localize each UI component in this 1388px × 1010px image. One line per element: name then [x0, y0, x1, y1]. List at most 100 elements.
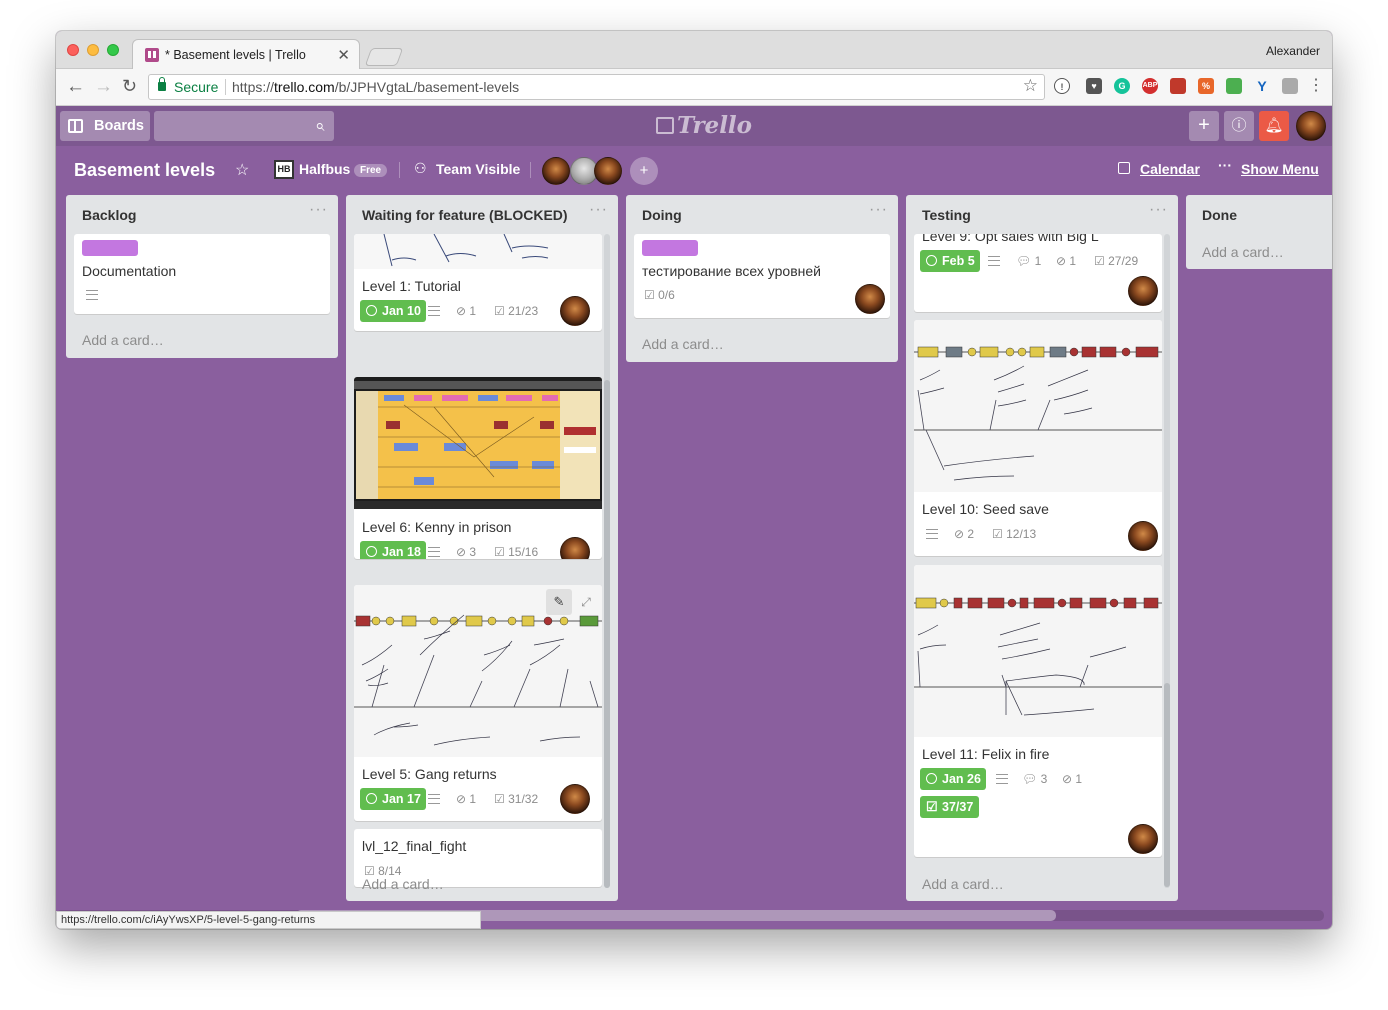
list-menu-icon[interactable]: ···: [1149, 201, 1168, 219]
list-title[interactable]: Testing: [922, 207, 971, 223]
edit-card-icon[interactable]: ✎: [546, 589, 572, 615]
window-maximize-button[interactable]: [107, 44, 119, 56]
url-path: /b/JPHVgtaL/basement-levels: [334, 79, 520, 95]
card-title: тестирование всех уровней: [642, 263, 821, 279]
card[interactable]: Level 1: Tutorial Jan 10 ⊘ 1 ☑ 21/23: [354, 234, 602, 331]
more-icon: ···: [1218, 157, 1232, 173]
add-card-link[interactable]: Add a card…: [1202, 244, 1284, 260]
new-tab-button[interactable]: [364, 48, 404, 66]
search-input[interactable]: ⌕: [154, 111, 334, 141]
user-avatar[interactable]: [1296, 111, 1326, 141]
bookmark-extension-icon[interactable]: [1170, 78, 1186, 94]
add-member-icon[interactable]: +: [630, 157, 658, 185]
checklist-count-value: 12/13: [1006, 527, 1037, 541]
board-header: Basement levels ☆ HB Halfbus Free ⚇ Team…: [56, 146, 1332, 194]
checklist-count: ☑ 0/6: [644, 288, 675, 302]
expand-cover-icon[interactable]: ⤢: [574, 589, 598, 615]
attachment-count: ⊘ 3: [456, 545, 477, 559]
counter-extension-icon[interactable]: [1226, 78, 1242, 94]
adblock-extension-icon[interactable]: ABP: [1142, 78, 1158, 94]
grammarly-extension-icon[interactable]: G: [1114, 78, 1130, 94]
trello-logo-text: Trello: [677, 112, 753, 139]
back-arrow-icon[interactable]: ←: [66, 76, 85, 98]
comment-count: 💬︎ 1: [1016, 254, 1042, 268]
pocket-extension-icon[interactable]: ♥: [1086, 78, 1102, 94]
list-menu-icon[interactable]: ···: [869, 201, 888, 219]
omnibox-divider: [225, 79, 226, 95]
screenshot-extension-icon[interactable]: [1282, 78, 1298, 94]
list-menu-icon[interactable]: ···: [309, 201, 328, 219]
checklist-count: ☑ 15/16: [494, 545, 539, 559]
card-member-avatar[interactable]: [855, 284, 885, 314]
attachment-count-value: 1: [469, 792, 477, 806]
card-member-avatar[interactable]: [1128, 824, 1158, 854]
calendar-icon: [1118, 162, 1130, 174]
browser-toolbar: ← → ↻ Secure https://trello.com/b/JPHVgt…: [56, 69, 1332, 106]
boards-button[interactable]: Boards: [60, 111, 150, 141]
checklist-count-value: 21/23: [508, 304, 539, 318]
card[interactable]: Level 11: Felix in fire Jan 26 💬︎ 3 ⊘ 1 …: [914, 565, 1162, 857]
comment-count: 💬︎ 3: [1022, 772, 1048, 786]
card-member-avatar[interactable]: [560, 537, 590, 559]
list-waiting: Waiting for feature (BLOCKED) ··· Level …: [346, 195, 618, 901]
window-minimize-button[interactable]: [87, 44, 99, 56]
list-menu-icon[interactable]: ···: [589, 201, 608, 219]
forward-arrow-icon[interactable]: →: [94, 76, 113, 98]
card-title: Level 6: Kenny in prison: [362, 519, 512, 535]
star-board-icon[interactable]: ☆: [235, 160, 249, 180]
reload-icon[interactable]: ↻: [122, 76, 137, 97]
list-title[interactable]: Doing: [642, 207, 682, 223]
card[interactable]: Level 9: Opt sales with Big L Feb 5 💬︎ 1…: [914, 234, 1162, 312]
card[interactable]: тестирование всех уровней ☑ 0/6: [634, 234, 890, 318]
address-bar[interactable]: Secure https://trello.com/b/JPHVgtaL/bas…: [148, 74, 1045, 100]
attachment-count-value: 2: [967, 527, 975, 541]
attachment-count: ⊘ 1: [456, 304, 477, 318]
chrome-menu-icon[interactable]: ⋮: [1308, 75, 1324, 95]
list-title[interactable]: Waiting for feature (BLOCKED): [362, 207, 568, 223]
window-close-button[interactable]: [67, 44, 79, 56]
card-member-avatar[interactable]: [1128, 521, 1158, 551]
add-card-link[interactable]: Add a card…: [642, 336, 724, 352]
add-card-link[interactable]: Add a card…: [922, 876, 1004, 892]
info-extension-icon[interactable]: !: [1054, 78, 1070, 94]
card[interactable]: Level 6: Kenny in prison Jan 18 ⊘ 3 ☑ 15…: [354, 377, 602, 559]
member-avatar[interactable]: [542, 157, 570, 185]
tab-close-icon[interactable]: ✕: [337, 46, 350, 64]
add-card-link[interactable]: Add a card…: [82, 332, 164, 348]
list-scrollbar-thumb[interactable]: [1164, 683, 1170, 887]
list-scrollbar-thumb[interactable]: [604, 380, 610, 888]
board-title[interactable]: Basement levels: [74, 160, 215, 181]
description-icon: [996, 774, 1008, 784]
translate-extension-icon[interactable]: %: [1198, 78, 1214, 94]
visibility-label[interactable]: Team Visible: [436, 161, 520, 177]
card[interactable]: Level 10: Seed save ⊘ 2 ☑ 12/13: [914, 320, 1162, 556]
notification-bell-icon[interactable]: 🔔︎: [1259, 111, 1289, 141]
card[interactable]: ✎ ⤢ Level 5: Gang returns Jan 17 ⊘ 1 ☑ 3…: [354, 585, 602, 821]
checklist-count: ☑ 31/32: [494, 792, 539, 806]
team-name[interactable]: Halfbus: [299, 161, 350, 177]
checklist-count: ☑ 27/29: [1094, 254, 1139, 268]
list-title[interactable]: Done: [1202, 207, 1237, 223]
bookmark-star-icon[interactable]: ☆: [1023, 76, 1038, 96]
attachment-count: ⊘ 1: [1056, 254, 1077, 268]
list-title[interactable]: Backlog: [82, 207, 136, 223]
browser-tab-active[interactable]: * Basement levels | Trello ✕: [132, 39, 360, 70]
add-card-link[interactable]: Add a card…: [362, 876, 444, 892]
info-icon[interactable]: ⓘ: [1224, 111, 1254, 141]
card[interactable]: Documentation: [74, 234, 330, 314]
attachment-count-value: 3: [469, 545, 477, 559]
calendar-link[interactable]: Calendar: [1140, 161, 1200, 177]
checklist-count-value: 27/29: [1108, 254, 1139, 268]
card-member-avatar[interactable]: [560, 296, 590, 326]
trello-logo[interactable]: Trello: [656, 112, 752, 139]
header-divider: [399, 162, 400, 178]
add-icon[interactable]: +: [1189, 111, 1219, 141]
card-member-avatar[interactable]: [1128, 276, 1158, 306]
yandex-extension-icon[interactable]: Y: [1254, 78, 1270, 94]
trello-favicon-icon: [145, 48, 159, 62]
browser-profile-name[interactable]: Alexander: [1266, 44, 1320, 58]
show-menu-link[interactable]: Show Menu: [1241, 161, 1319, 177]
card-member-avatar[interactable]: [560, 784, 590, 814]
member-avatar[interactable]: [594, 157, 622, 185]
card-cover-image: [914, 320, 1162, 492]
